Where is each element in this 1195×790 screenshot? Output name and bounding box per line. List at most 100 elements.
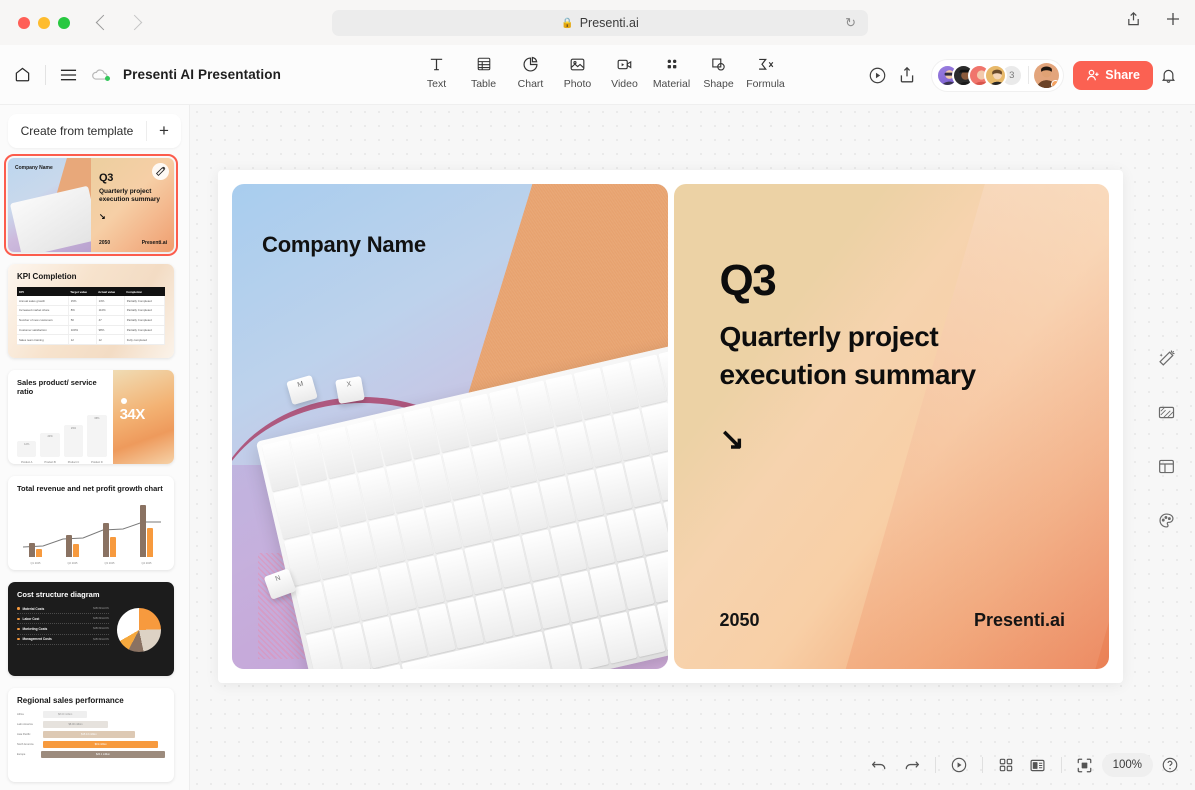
reload-icon[interactable]: ↻ xyxy=(845,15,856,31)
document-title[interactable]: Presenti AI Presentation xyxy=(123,67,281,82)
slide-company-name[interactable]: Company Name xyxy=(262,232,426,258)
home-icon[interactable] xyxy=(14,66,31,83)
slide-thumbnail-5[interactable]: Cost structure diagram Material Costs $4… xyxy=(8,582,174,676)
slide-subtitle[interactable]: Quarterly project execution summary xyxy=(719,318,977,394)
slide-thumbnail-2[interactable]: KPI Completion KPI Target value Actual v… xyxy=(8,264,174,358)
tool-label: Material xyxy=(652,78,691,90)
thumb-left: Sales product/ service ratio 12% Product… xyxy=(8,370,113,464)
tool-video[interactable]: Video xyxy=(601,53,648,90)
active-slide[interactable]: M X N Company Name Q3 Quarterly project … xyxy=(218,170,1123,683)
table-cell: Partially Completed xyxy=(124,305,166,316)
close-window-button[interactable] xyxy=(18,16,30,29)
slide-thumbnail-3[interactable]: Sales product/ service ratio 12% Product… xyxy=(8,370,174,464)
create-from-template-row[interactable]: Create from template + xyxy=(8,114,181,148)
thumb-subtitle: Quarterly project execution summary xyxy=(99,188,161,204)
slide-brand[interactable]: Presenti.ai xyxy=(974,610,1065,631)
new-tab-plus-icon[interactable] xyxy=(1165,11,1181,27)
slide-canvas[interactable]: M X N Company Name Q3 Quarterly project … xyxy=(190,105,1195,790)
avatar-divider xyxy=(1028,66,1030,84)
tool-chart[interactable]: Chart xyxy=(507,53,554,90)
bar-total-revenue xyxy=(29,543,35,557)
back-chevron-icon[interactable] xyxy=(95,14,112,31)
slide-thumbnail-4[interactable]: Total revenue and net profit growth char… xyxy=(8,476,174,570)
table-cell: Sales team training xyxy=(17,334,69,346)
legend-label: Marketing Costs xyxy=(22,626,48,631)
hbar: $8.00 million xyxy=(43,711,88,718)
redo-icon[interactable] xyxy=(897,750,927,780)
forward-chevron-icon[interactable] xyxy=(126,14,143,31)
hbar: $8.00 million xyxy=(43,721,109,728)
slide-thumbnail-1[interactable]: Company Name Q3 Quarterly project execut… xyxy=(4,154,178,256)
grid-view-icon[interactable] xyxy=(991,750,1021,780)
share-button[interactable]: Share xyxy=(1073,60,1153,90)
table-cell: 47 xyxy=(96,315,125,326)
table-row: Sales team training 12 12 Fully complete… xyxy=(17,334,166,346)
notes-view-icon[interactable] xyxy=(1023,750,1053,780)
help-icon[interactable] xyxy=(1155,750,1185,780)
slide-subtitle-line2: execution summary xyxy=(719,358,977,390)
thumb-title: Regional sales performance xyxy=(17,696,124,705)
hbar-row: Europe $20.1 million xyxy=(17,751,165,758)
theme-color-button[interactable] xyxy=(1153,507,1179,533)
play-present-icon[interactable] xyxy=(944,750,974,780)
avatar[interactable] xyxy=(984,63,1008,87)
fit-to-screen-icon[interactable] xyxy=(1070,750,1100,780)
url-text: Presenti.ai xyxy=(579,16,639,30)
bar-group-label: Q4 2025 xyxy=(141,562,152,565)
table-cell: 12 xyxy=(96,334,125,346)
slide-thumbnail-6[interactable]: Regional sales performance Africa $8.00 … xyxy=(8,688,174,782)
bar-label: Product A xyxy=(21,461,33,464)
table-cell: 50 xyxy=(68,315,97,326)
table-cell: Number of new customers xyxy=(17,315,69,326)
create-from-template-label[interactable]: Create from template xyxy=(8,124,146,138)
plus-icon[interactable]: + xyxy=(147,121,181,141)
bar-group: Q1 2025 xyxy=(29,543,42,565)
slide-panel[interactable]: Create from template + Company Name Q3 Q… xyxy=(0,105,190,790)
bar-chart: 12% Product A 23% Product B 29% Product … xyxy=(17,415,107,464)
browser-toolbar: 🔒 Presenti.ai ↻ xyxy=(0,0,1195,45)
legend-value: $450 MILLION xyxy=(93,617,109,621)
table-cell: Fully completed xyxy=(124,334,166,346)
tool-formula[interactable]: Formula xyxy=(742,53,789,90)
bar-label: Product B xyxy=(44,461,56,464)
tool-shape[interactable]: Shape xyxy=(695,53,742,90)
background-button[interactable] xyxy=(1153,399,1179,425)
hbar-row: Africa $8.00 million xyxy=(17,711,165,718)
bar-total-revenue xyxy=(103,523,109,557)
shape-icon xyxy=(710,53,727,75)
share-person-icon xyxy=(1086,68,1100,82)
minimize-window-button[interactable] xyxy=(38,16,50,29)
current-user-avatar[interactable] xyxy=(1034,62,1060,88)
undo-icon[interactable] xyxy=(865,750,895,780)
zoom-level[interactable]: 100% xyxy=(1101,753,1153,777)
hamburger-menu-icon[interactable] xyxy=(60,68,77,82)
slide-right-title-panel[interactable]: Q3 Quarterly project execution summary ↘… xyxy=(673,184,1109,669)
ai-design-button[interactable] xyxy=(1153,345,1179,371)
slide-quarter-title[interactable]: Q3 xyxy=(720,256,777,306)
kpi-table: KPI Target value Actual value Completion… xyxy=(17,287,166,346)
present-play-icon[interactable] xyxy=(862,60,892,90)
tool-material[interactable]: Material xyxy=(648,53,695,90)
notification-bell-icon[interactable] xyxy=(1153,60,1183,90)
legend-item: Material Costs $450 MILLION xyxy=(17,604,109,615)
slide-year[interactable]: 2050 xyxy=(720,610,760,631)
thumb-brand: Presenti.ai xyxy=(141,240,167,246)
bar: 29% Product C xyxy=(63,425,84,464)
browser-share-icon[interactable] xyxy=(1126,11,1141,27)
legend-value: $450 MILLION xyxy=(93,607,109,611)
thumb-title: Sales product/ service ratio xyxy=(17,378,97,397)
hbar-row: North America $19 million xyxy=(17,741,165,748)
layout-button[interactable] xyxy=(1153,453,1179,479)
tool-photo[interactable]: Photo xyxy=(554,53,601,90)
slide-left-image-panel[interactable]: M X N Company Name xyxy=(232,184,668,669)
tool-table[interactable]: Table xyxy=(460,53,507,90)
export-upload-icon[interactable] xyxy=(892,60,922,90)
formula-sigma-icon xyxy=(756,53,776,75)
address-bar[interactable]: 🔒 Presenti.ai ↻ xyxy=(332,10,868,36)
magic-wand-icon[interactable] xyxy=(152,163,169,180)
tool-text[interactable]: Text xyxy=(413,53,460,90)
collaborator-avatars[interactable]: 3 xyxy=(932,59,1064,91)
thumb-quarter: Q3 xyxy=(99,172,114,184)
maximize-window-button[interactable] xyxy=(58,16,70,29)
table-cell: Customer satisfaction xyxy=(17,325,69,336)
